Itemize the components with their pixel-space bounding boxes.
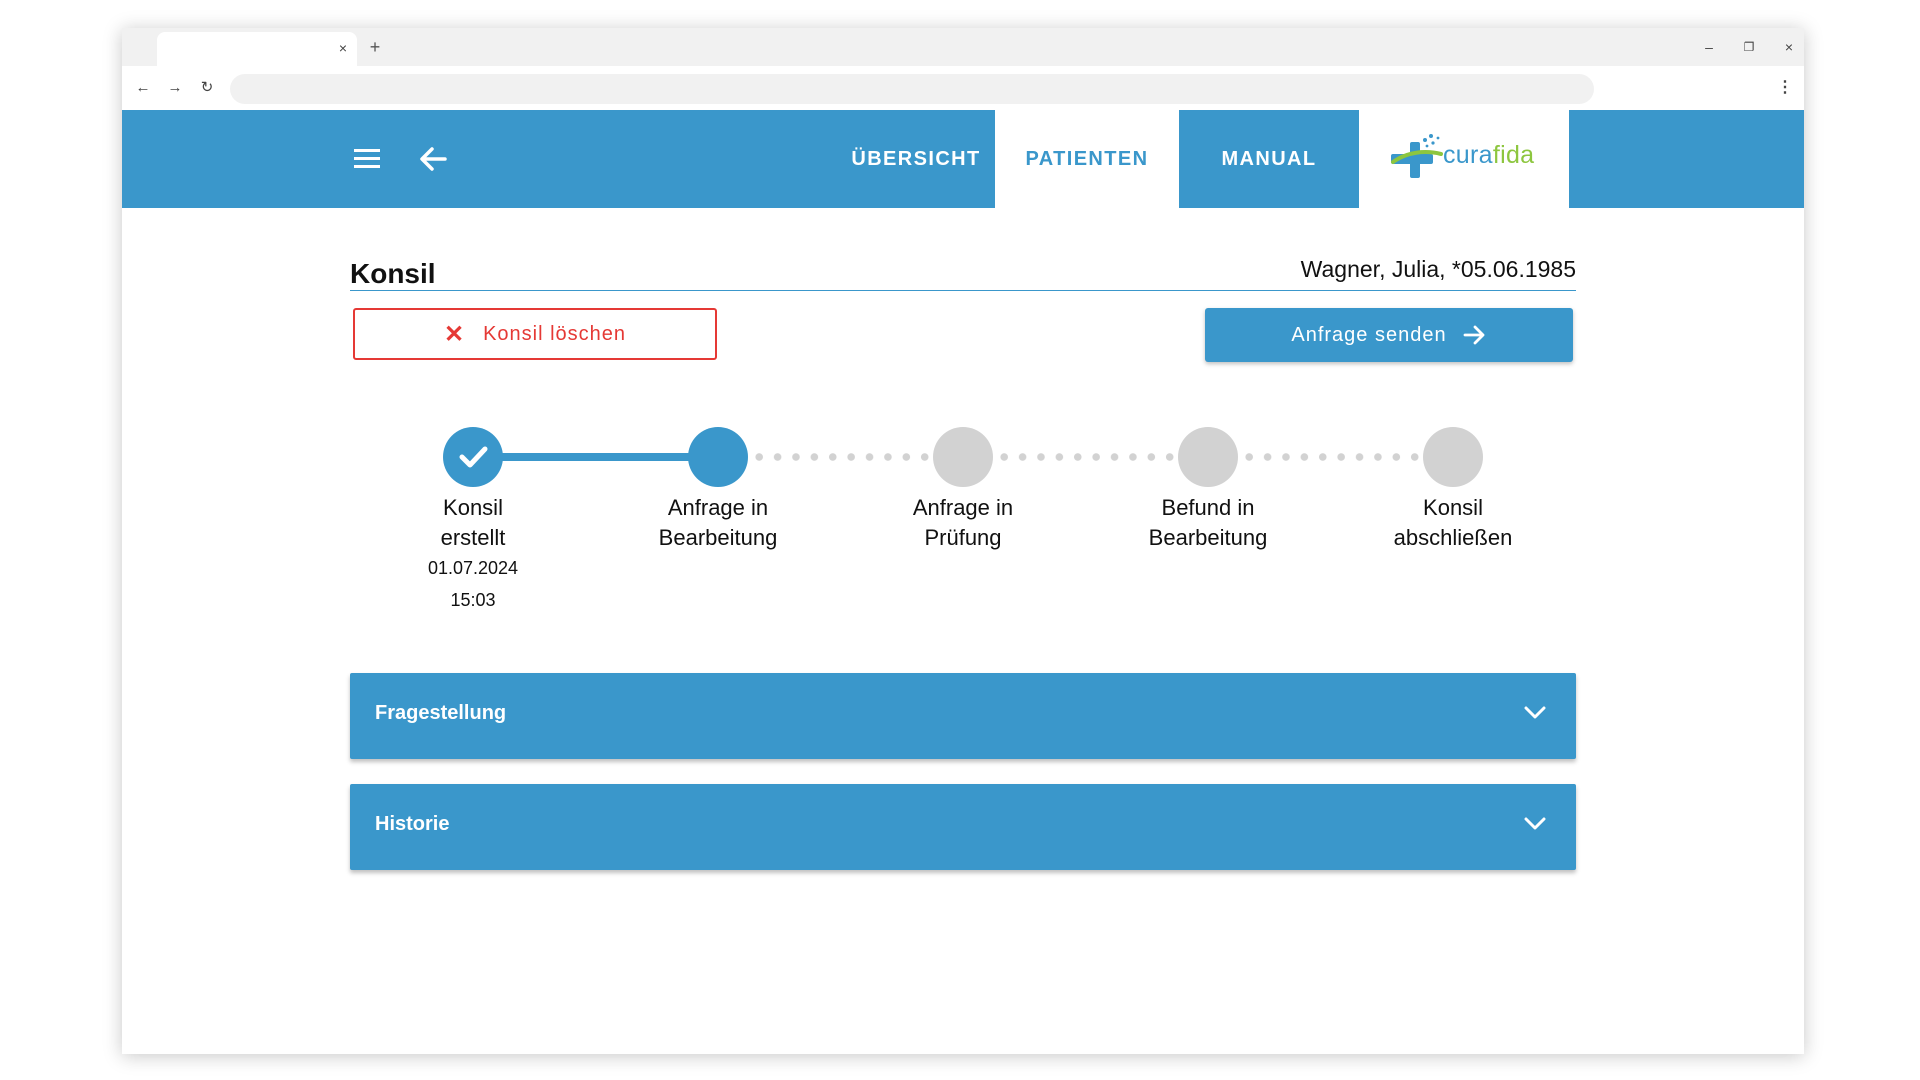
new-tab-icon[interactable]: + <box>364 36 386 58</box>
step-2-label-line2: Bearbeitung <box>658 525 778 550</box>
browser-toolbar: ← → ↻ ⋮ <box>122 66 1804 110</box>
patient-info: Wagner, Julia, *05.06.1985 <box>1300 256 1576 282</box>
accordion-title: Fragestellung <box>375 702 507 724</box>
logo-text-fida: fida <box>1492 141 1535 169</box>
step-3-label: Anfrage in Prüfung <box>873 493 1053 553</box>
step-1-label: Konsil erstellt <box>383 493 563 553</box>
curafida-logo[interactable]: curafida <box>1359 110 1569 208</box>
step-1-label-line1: Konsil <box>443 495 503 520</box>
step-5-label-line2: abschließen <box>1393 525 1513 550</box>
step-connector-4 <box>1240 453 1424 461</box>
browser-tabstrip: × + – ❐ × <box>122 28 1804 66</box>
back-arrow-icon[interactable] <box>417 144 449 174</box>
step-2-circle <box>688 427 748 487</box>
nav-tab-uebersicht[interactable]: ÜBERSICHT <box>816 110 1016 208</box>
checkmark-icon <box>459 446 488 468</box>
step-4-label-line2: Bearbeitung <box>1148 525 1268 550</box>
browser-window: × + – ❐ × ← → ↻ ⋮ ÜBERSICHT PATIENTEN MA… <box>122 28 1804 1054</box>
logo-text-cura: cura <box>1443 141 1493 169</box>
logo-cross-icon <box>1391 134 1443 178</box>
step-4-circle <box>1178 427 1238 487</box>
step-5-label: Konsil abschließen <box>1363 493 1543 553</box>
accordion-fragestellung[interactable]: Fragestellung <box>350 673 1576 759</box>
step-1-time-value: 15:03 <box>450 590 496 610</box>
delete-button-label: Konsil löschen <box>483 322 627 345</box>
step-5-label-line1: Konsil <box>1423 495 1483 520</box>
nav-tab-patienten[interactable]: PATIENTEN <box>995 110 1179 208</box>
reload-icon[interactable]: ↻ <box>196 77 218 99</box>
step-2-label: Anfrage in Bearbeitung <box>628 493 808 553</box>
browser-back-icon[interactable]: ← <box>132 77 154 99</box>
accordion-title: Historie <box>375 813 450 835</box>
step-4-label: Befund in Bearbeitung <box>1118 493 1298 553</box>
page-title: Konsil <box>350 258 436 289</box>
step-connector-3 <box>995 453 1179 461</box>
nav-tab-manual[interactable]: MANUAL <box>1179 110 1359 208</box>
accordion-historie[interactable]: Historie <box>350 784 1576 870</box>
step-connector-1 <box>473 453 719 461</box>
step-connector-2 <box>750 453 934 461</box>
browser-tab[interactable]: × <box>157 32 357 66</box>
minimize-icon[interactable]: – <box>1696 35 1722 59</box>
delete-konsil-button[interactable]: ✕ Konsil löschen <box>353 308 717 360</box>
send-request-button[interactable]: Anfrage senden <box>1205 308 1573 362</box>
step-1-date: 01.07.2024 15:03 <box>383 552 563 616</box>
chevron-down-icon <box>1524 817 1546 830</box>
window-close-icon[interactable]: × <box>1776 35 1802 59</box>
send-button-label: Anfrage senden <box>1291 323 1447 346</box>
restore-icon[interactable]: ❐ <box>1736 35 1762 59</box>
step-2-label-line1: Anfrage in <box>667 495 769 520</box>
browser-forward-icon[interactable]: → <box>164 77 186 99</box>
step-3-label-line2: Prüfung <box>924 525 1002 550</box>
step-1-label-line2: erstellt <box>440 525 506 550</box>
step-5-circle <box>1423 427 1483 487</box>
browser-menu-icon[interactable]: ⋮ <box>1776 77 1794 99</box>
step-1-circle <box>443 427 503 487</box>
title-divider <box>350 290 1576 291</box>
close-icon: ✕ <box>443 320 466 348</box>
address-bar[interactable] <box>230 74 1594 104</box>
chevron-down-icon <box>1524 706 1546 719</box>
tab-close-icon[interactable]: × <box>333 38 353 58</box>
logo-wordmark: curafida <box>1443 141 1534 170</box>
step-1-date-value: 01.07.2024 <box>427 558 519 578</box>
menu-icon[interactable] <box>352 144 382 174</box>
app-header: ÜBERSICHT PATIENTEN MANUAL curafida <box>122 110 1804 208</box>
step-4-label-line1: Befund in <box>1161 495 1255 520</box>
step-3-circle <box>933 427 993 487</box>
step-3-label-line1: Anfrage in <box>912 495 1014 520</box>
arrow-right-icon <box>1463 325 1485 345</box>
